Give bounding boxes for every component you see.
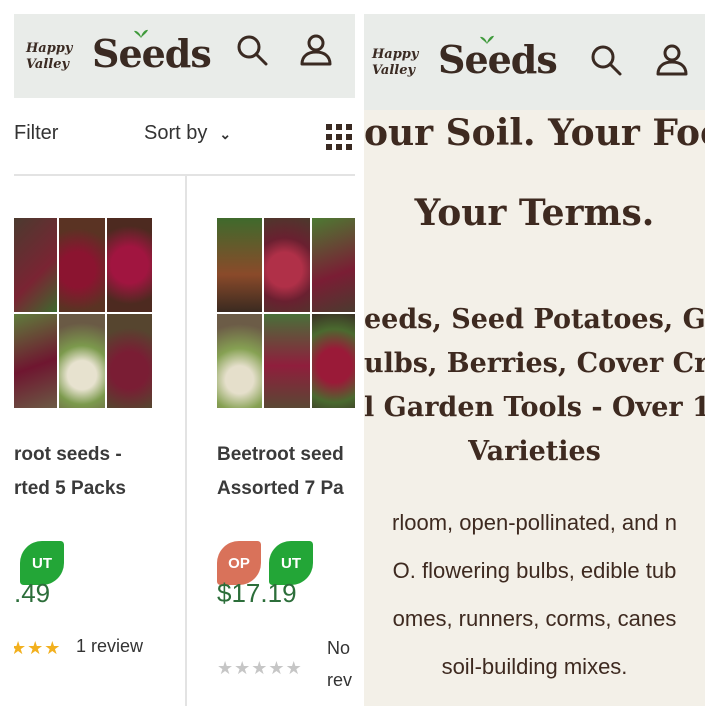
- product-title-line2[interactable]: Assorted 7 Pa: [217, 472, 355, 506]
- account-icon[interactable]: [654, 42, 690, 78]
- hero-subheading-line3: l Garden Tools - Over 1,5: [364, 392, 705, 423]
- sprout-icon: [480, 35, 494, 44]
- account-icon[interactable]: [298, 32, 334, 68]
- filter-button[interactable]: Filter: [14, 122, 58, 145]
- hero-body-line3: omes, runners, corms, canes: [392, 606, 677, 631]
- no-reviews-label-line1: No: [327, 638, 351, 658]
- review-count-link[interactable]: 1 review: [76, 636, 143, 657]
- rating-stars: ★★★: [14, 638, 61, 659]
- product-price: $17.19: [217, 578, 297, 608]
- product-card[interactable]: Beetroot seed Assorted 7 Pa OP UT $17.19…: [187, 176, 355, 706]
- grid-view-icon[interactable]: [324, 122, 355, 154]
- hero-body-line4: soil-building mixes.: [441, 654, 628, 679]
- product-title-line2[interactable]: rted 5 Packs: [14, 472, 214, 506]
- star-icon: ★: [285, 658, 303, 678]
- product-title-line1[interactable]: root seeds -: [14, 438, 214, 472]
- search-icon[interactable]: [588, 42, 624, 78]
- product-image[interactable]: [14, 218, 152, 408]
- site-header: Happy Valley Seeds: [364, 14, 705, 110]
- star-icon: ★: [14, 638, 28, 658]
- star-icon: ★: [44, 638, 62, 658]
- rating-stars-empty: ★★★★★: [217, 658, 303, 679]
- no-reviews-label-line2: rev: [327, 670, 353, 690]
- star-icon: ★: [251, 658, 269, 678]
- sort-by-label: Sort by: [144, 122, 208, 144]
- hero-subheading-line1: eeds, Seed Potatoes, Gar: [364, 304, 705, 335]
- star-icon: ★: [234, 658, 252, 678]
- product-image[interactable]: [217, 218, 355, 408]
- logo-word-seeds: Seeds: [438, 37, 558, 82]
- hero-subheading-line4: Varieties: [468, 436, 601, 467]
- sprout-icon: [134, 29, 148, 38]
- product-title-line1[interactable]: Beetroot seed: [217, 438, 355, 472]
- hero-subheading-line2: ulbs, Berries, Cover Crop: [364, 348, 705, 379]
- star-icon: ★: [27, 638, 45, 658]
- site-header: Happy Valley Seeds: [14, 14, 355, 98]
- site-logo[interactable]: Happy Valley Seeds: [372, 34, 558, 90]
- listing-toolbar: Filter Sort by ⌄: [14, 98, 355, 174]
- search-icon[interactable]: [234, 32, 270, 68]
- logo-word-valley: Valley: [372, 63, 416, 78]
- star-icon: ★: [217, 658, 235, 678]
- logo-word-happy: Happy: [26, 41, 73, 56]
- product-card[interactable]: root seeds - rted 5 Packs UT .49 ★★★ 1 r…: [14, 176, 184, 706]
- hero-body-line1: rloom, open-pollinated, and n: [392, 510, 677, 535]
- sort-by-dropdown[interactable]: Sort by ⌄: [144, 122, 231, 145]
- hero-body-line2: O. flowering bulbs, edible tub: [392, 558, 677, 583]
- hero-headline-line1: our Soil. Your Foo: [364, 112, 705, 154]
- logo-word-seeds: Seeds: [92, 31, 212, 76]
- site-logo[interactable]: Happy Valley Seeds: [26, 28, 212, 84]
- hero-screen: Happy Valley Seeds our Soil. Your Foo Yo…: [364, 14, 705, 706]
- product-price: .49: [14, 578, 51, 608]
- logo-word-valley: Valley: [26, 57, 70, 72]
- product-listing-screen: Happy Valley Seeds Filter Sort by ⌄ root…: [14, 14, 355, 706]
- logo-word-happy: Happy: [372, 47, 419, 62]
- hero-headline-line2: Your Terms.: [414, 192, 655, 234]
- star-icon: ★: [268, 658, 286, 678]
- chevron-down-icon: ⌄: [219, 126, 232, 142]
